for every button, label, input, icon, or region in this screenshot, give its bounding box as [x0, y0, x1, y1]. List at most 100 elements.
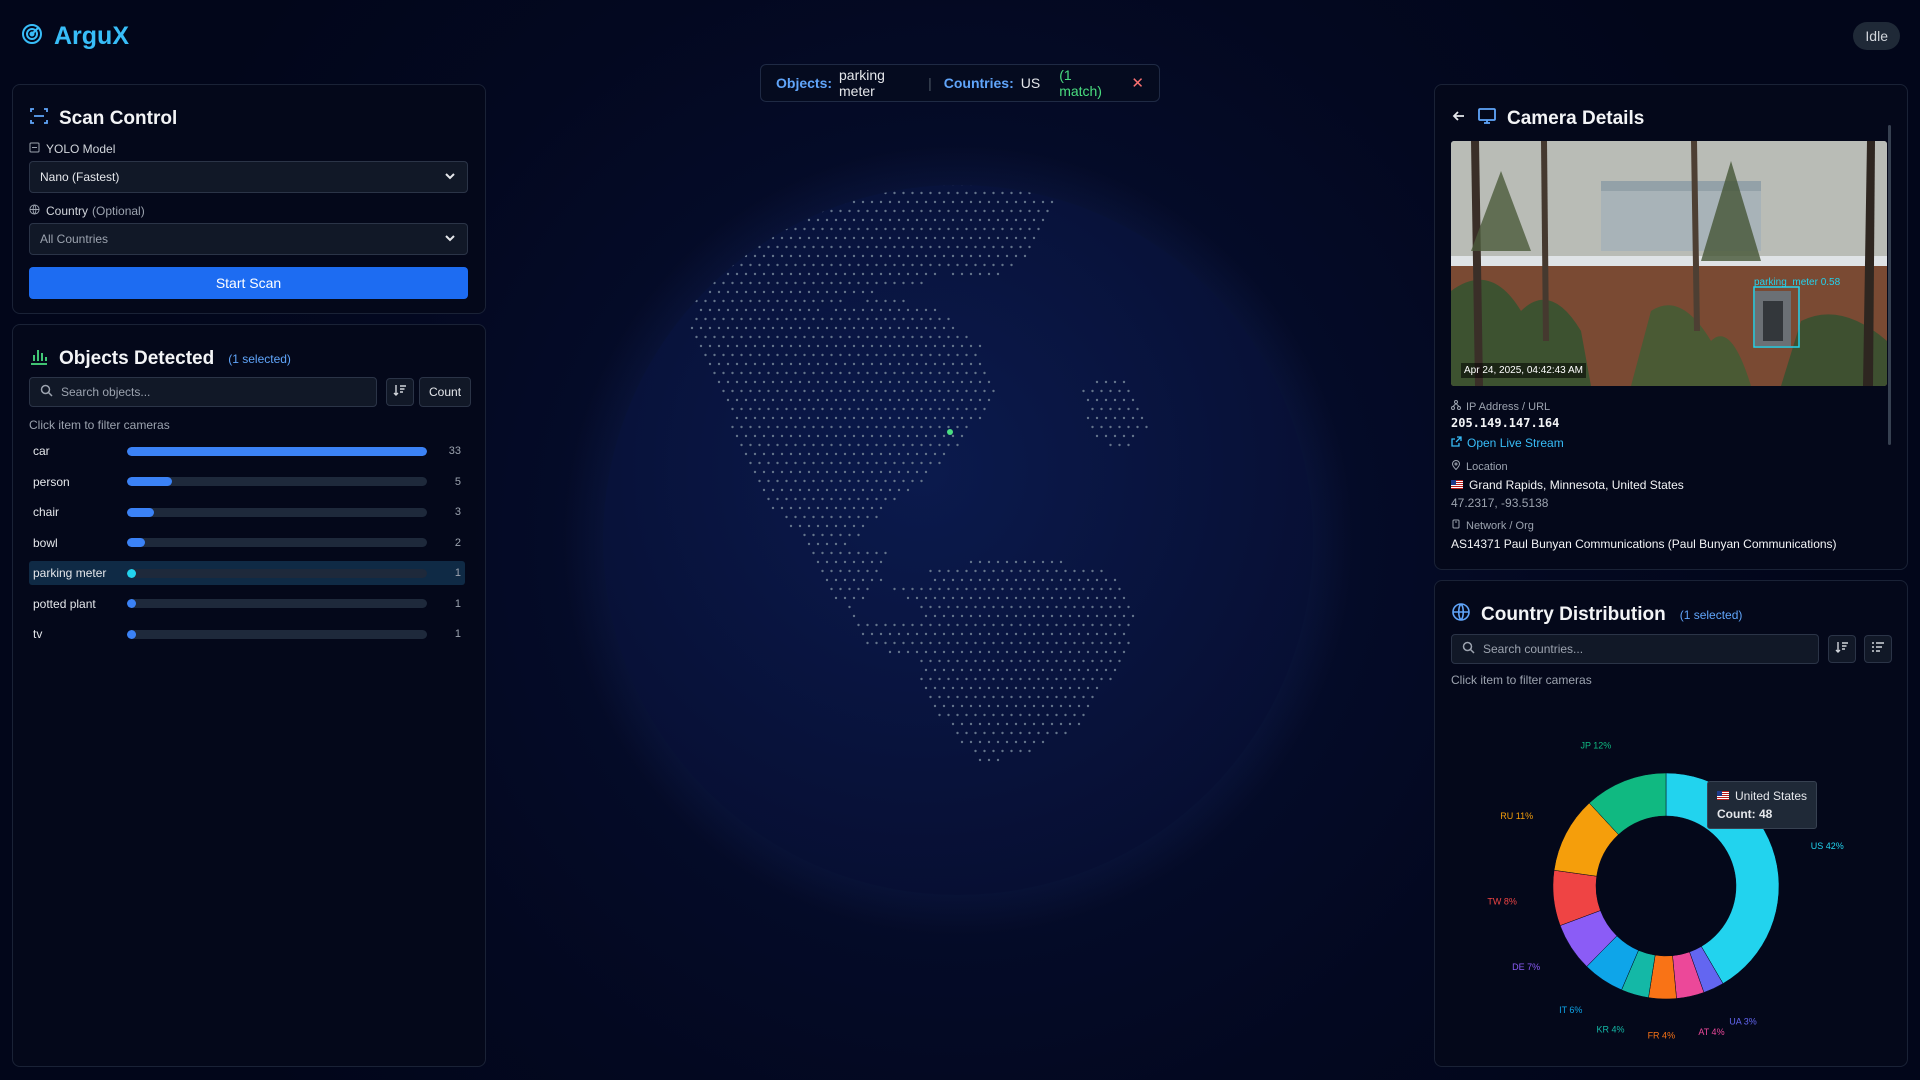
land-dot: [843, 542, 847, 546]
land-dot: [933, 668, 937, 672]
land-dot: [861, 578, 865, 582]
open-live-stream-link[interactable]: Open Live Stream: [1451, 436, 1564, 450]
land-dot: [1100, 389, 1103, 393]
land-dot: [956, 641, 959, 645]
land-dot: [956, 353, 959, 357]
land-dot: [996, 254, 1000, 258]
country-select[interactable]: All Countries: [29, 223, 468, 255]
land-dot: [1104, 614, 1108, 618]
land-dot: [1091, 605, 1094, 609]
land-dot: [834, 560, 838, 564]
land-dot: [974, 749, 977, 753]
land-dot: [1086, 650, 1090, 654]
land-dot: [767, 245, 770, 249]
sort-order-button[interactable]: [386, 378, 414, 406]
start-scan-button[interactable]: Start Scan: [29, 267, 468, 299]
land-dot: [848, 317, 851, 321]
land-dot: [1086, 686, 1090, 690]
land-dot: [1118, 605, 1121, 609]
land-dot: [816, 506, 820, 510]
countries-search-input[interactable]: Search countries...: [1451, 634, 1819, 664]
land-dot: [731, 299, 734, 303]
land-dot: [1001, 209, 1004, 213]
land-dot: [771, 362, 775, 366]
object-row[interactable]: bowl 2: [29, 531, 465, 555]
clear-filter-close-icon[interactable]: ✕: [1131, 74, 1144, 92]
land-dot: [992, 659, 995, 663]
bar-chart-icon: [29, 346, 49, 372]
land-dot: [830, 443, 833, 447]
land-dot: [866, 281, 869, 285]
land-dot: [996, 686, 1000, 690]
land-dot: [861, 560, 865, 564]
land-dot: [1118, 623, 1121, 627]
land-dot: [825, 326, 829, 330]
land-dot: [807, 326, 811, 330]
land-dot: [1064, 623, 1067, 627]
land-dot: [942, 650, 946, 654]
land-dot: [870, 200, 874, 204]
globe-map[interactable]: [560, 145, 1360, 935]
land-dot: [839, 497, 842, 501]
land-dot: [893, 461, 896, 465]
camera-location-marker[interactable]: [947, 429, 953, 435]
land-dot: [1041, 560, 1045, 564]
land-dot: [947, 587, 950, 591]
model-select[interactable]: Nano (Fastest): [29, 161, 468, 193]
land-dot: [785, 461, 788, 465]
object-row[interactable]: parking meter 1: [29, 561, 465, 585]
land-dot: [803, 425, 806, 429]
land-dot: [902, 461, 905, 465]
land-dot: [884, 407, 887, 411]
land-dot: [929, 569, 932, 573]
object-name: parking meter: [33, 566, 107, 580]
network-label: Network / Org: [1466, 519, 1534, 532]
land-dot: [1100, 587, 1103, 591]
land-dot: [893, 479, 896, 483]
land-dot: [987, 614, 991, 618]
land-dot: [758, 299, 761, 303]
sort-by-count-button[interactable]: Count: [419, 377, 472, 407]
object-row[interactable]: person 5: [29, 470, 465, 494]
land-dot: [1019, 605, 1022, 609]
land-dot: [884, 551, 887, 555]
country-sort-order-button[interactable]: [1828, 635, 1856, 663]
land-dot: [740, 443, 743, 447]
object-row[interactable]: potted plant 1: [29, 592, 465, 616]
country-donut-chart[interactable]: US 42%UA 3%AT 4%FR 4%KR 4%IT 6%DE 7%TW 8…: [1435, 676, 1905, 1066]
land-dot: [1077, 686, 1081, 690]
land-dot: [780, 344, 784, 348]
land-dot: [911, 623, 914, 627]
search-icon: [40, 384, 53, 400]
land-dot: [951, 578, 955, 582]
land-dot: [848, 227, 851, 231]
land-dot: [875, 281, 878, 285]
land-dot: [1059, 722, 1063, 726]
land-dot: [933, 344, 937, 348]
land-dot: [798, 470, 802, 474]
land-dot: [857, 497, 860, 501]
camera-snapshot[interactable]: parking_meter 0.58 Apr 24, 2025, 04:42:4…: [1451, 141, 1887, 386]
land-dot: [830, 245, 833, 249]
object-row[interactable]: chair 3: [29, 500, 465, 524]
land-dot: [1028, 695, 1031, 699]
filter-countries-value: US: [1020, 75, 1041, 91]
land-dot: [830, 515, 833, 519]
land-dot: [825, 560, 829, 564]
land-dot: [780, 236, 784, 240]
land-dot: [920, 479, 923, 483]
scrollbar[interactable]: [1888, 125, 1891, 445]
object-row[interactable]: car 33: [29, 439, 465, 463]
land-dot: [749, 263, 752, 267]
land-dot: [1118, 407, 1121, 411]
land-dot: [794, 227, 797, 231]
object-row[interactable]: tv 1: [29, 622, 465, 646]
country-sort-mode-button[interactable]: [1864, 635, 1892, 663]
land-dot: [992, 731, 995, 735]
app-logo[interactable]: ArguX: [20, 22, 129, 51]
objects-search-input[interactable]: Search objects...: [29, 377, 377, 407]
land-dot: [974, 407, 977, 411]
arrow-left-icon[interactable]: [1451, 108, 1467, 130]
land-dot: [875, 389, 878, 393]
land-dot: [969, 650, 973, 654]
